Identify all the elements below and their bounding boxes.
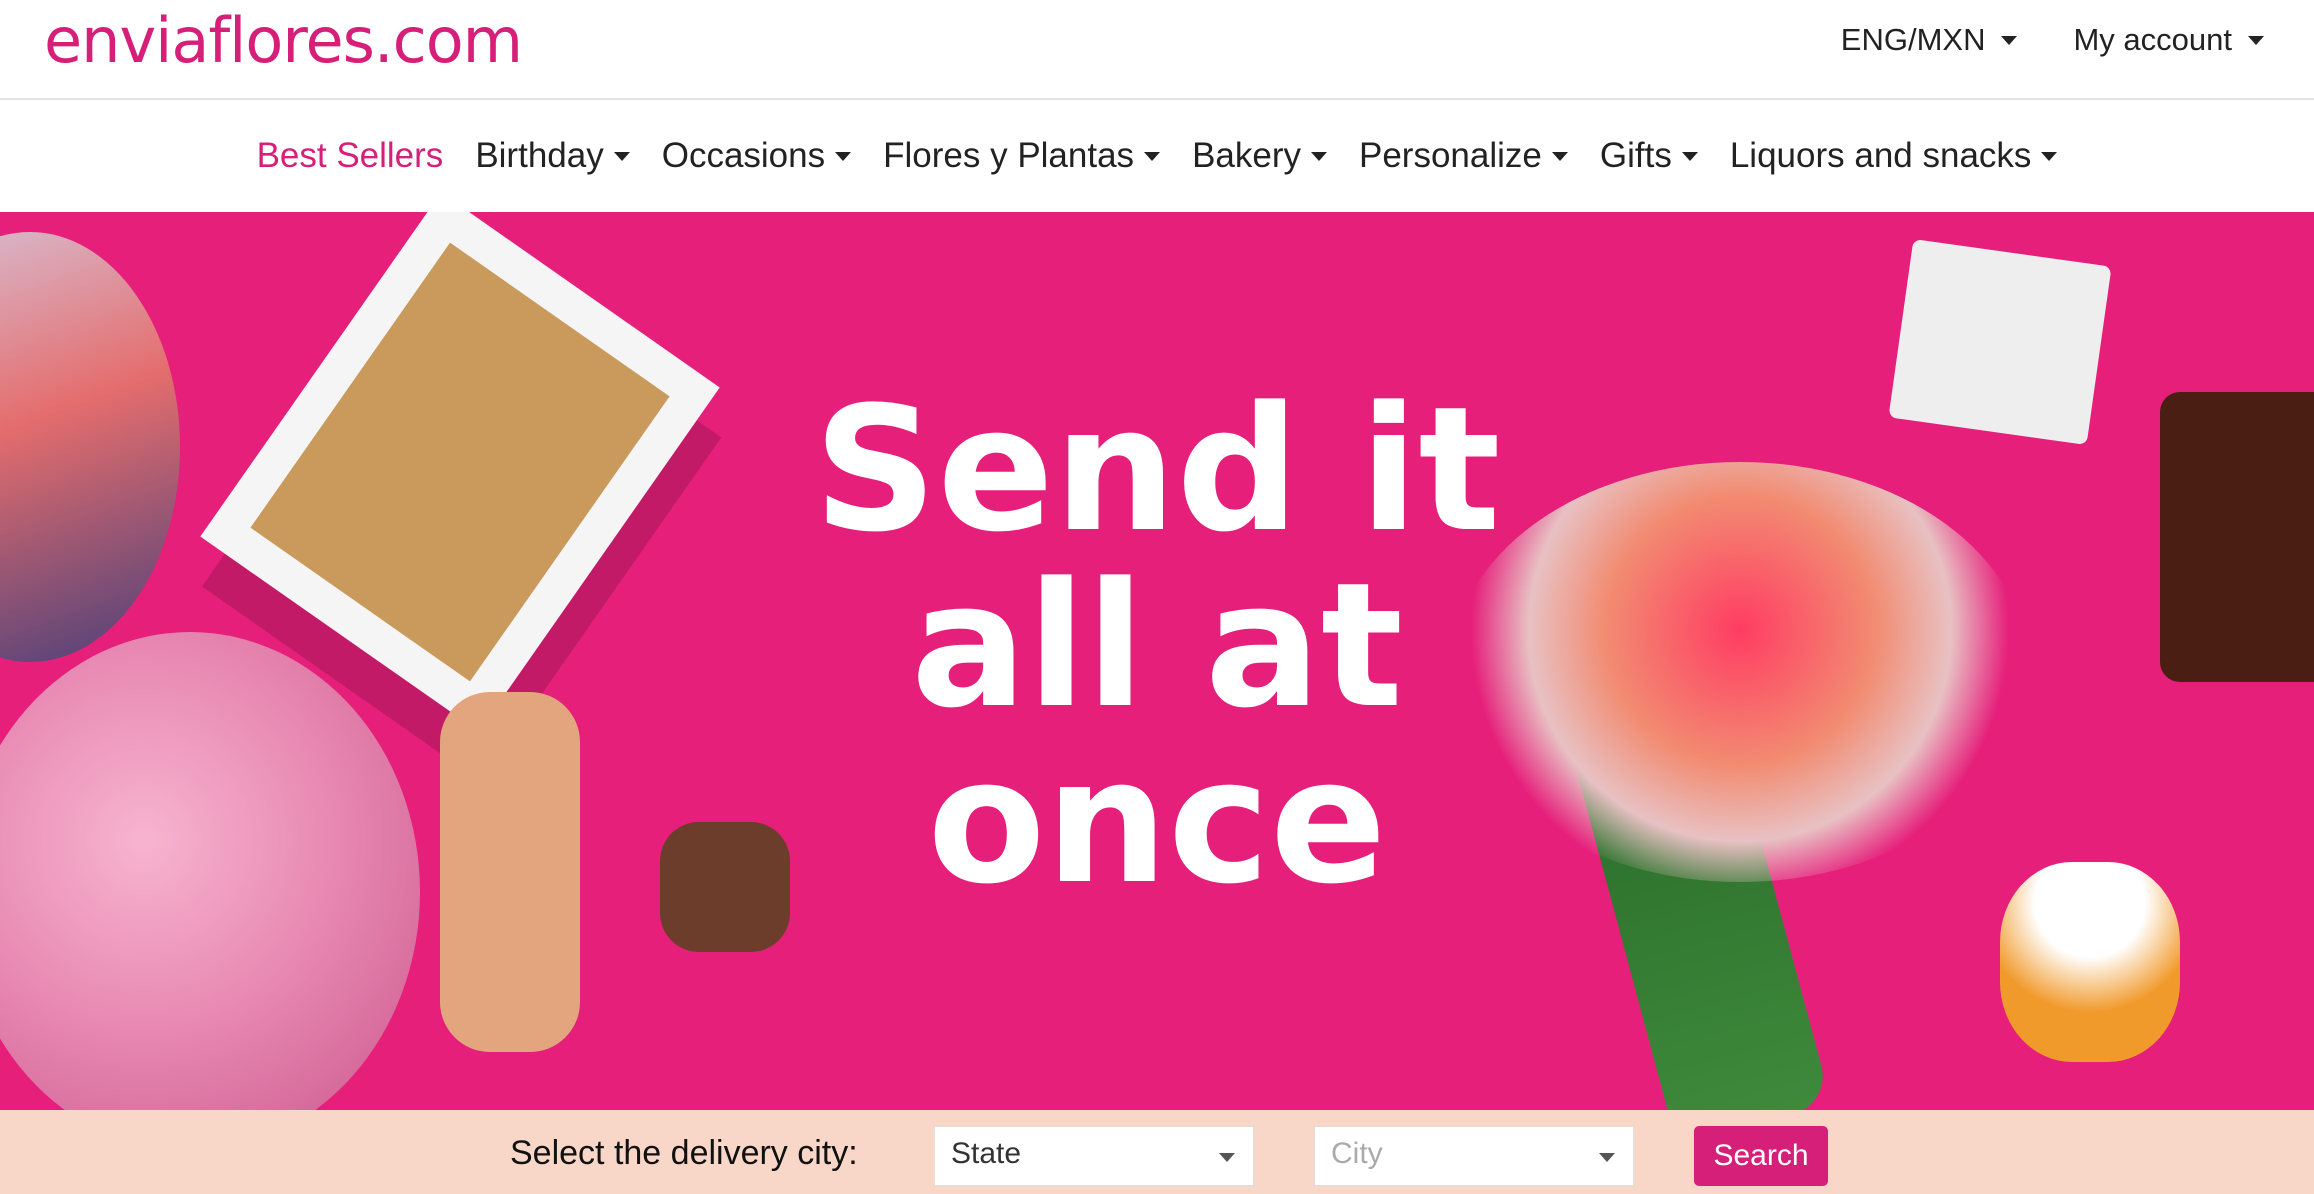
language-currency-dropdown[interactable]: ENG/MXN (1841, 22, 2018, 58)
hero-line: Send it (813, 369, 1501, 570)
language-currency-label: ENG/MXN (1840, 22, 1986, 57)
nav-liquors-and-snacks[interactable]: Liquors and snacks (1730, 136, 2058, 176)
state-select-value: State (951, 1137, 1022, 1170)
nav-best-sellers[interactable]: Best Sellers (257, 136, 444, 176)
account-dropdown[interactable]: My account (2073, 22, 2264, 58)
nav-personalize[interactable]: Personalize (1359, 136, 1568, 176)
chevron-down-icon (1681, 151, 1698, 161)
nav-item-label: Birthday (475, 136, 604, 175)
nav-flores-y-plantas[interactable]: Flores y Plantas (883, 136, 1161, 176)
delivery-search-bar: Select the delivery city: State City Sea… (0, 1110, 2314, 1194)
account-label: My account (2073, 22, 2232, 57)
nav-gifts[interactable]: Gifts (1600, 136, 1698, 176)
chevron-down-icon (835, 151, 852, 161)
chevron-down-icon (1311, 151, 1327, 161)
chevron-down-icon (1144, 151, 1161, 161)
nav-item-label: Bakery (1192, 136, 1301, 175)
hero-line: all at (910, 545, 1404, 746)
chevron-down-icon (1599, 1153, 1615, 1162)
chevron-down-icon (2041, 151, 2058, 161)
main-nav: Best Sellers Birthday Occasions Flores y… (0, 100, 2314, 212)
logo[interactable]: enviaflores.com (44, 4, 523, 77)
hero-headline: Send it all at once (0, 382, 2314, 910)
nav-item-label: Liquors and snacks (1729, 136, 2032, 175)
chevron-down-icon (2248, 35, 2264, 45)
hero-line: once (927, 721, 1387, 922)
city-select-placeholder: City (1331, 1137, 1383, 1170)
nav-item-label: Best Sellers (256, 136, 444, 175)
nav-occasions[interactable]: Occasions (661, 136, 852, 176)
nav-item-label: Occasions (661, 136, 826, 175)
city-select[interactable]: City (1314, 1126, 1634, 1186)
nav-birthday[interactable]: Birthday (475, 136, 630, 176)
nav-item-label: Personalize (1359, 136, 1542, 175)
state-select[interactable]: State (934, 1126, 1254, 1186)
nav-item-label: Gifts (1599, 136, 1672, 175)
chevron-down-icon (613, 151, 630, 161)
chevron-down-icon (2001, 35, 2018, 45)
hero-banner[interactable]: Send it all at once (0, 212, 2314, 1110)
delivery-city-label: Select the delivery city: (510, 1134, 858, 1172)
chevron-down-icon (1219, 1153, 1235, 1162)
nav-bakery[interactable]: Bakery (1192, 136, 1327, 176)
chevron-down-icon (1551, 151, 1568, 161)
top-header: enviaflores.com ENG/MXN My account (0, 0, 2314, 100)
top-links: ENG/MXN My account (1841, 22, 2264, 58)
search-button[interactable]: Search (1694, 1126, 1828, 1186)
nav-item-label: Flores y Plantas (883, 136, 1135, 175)
